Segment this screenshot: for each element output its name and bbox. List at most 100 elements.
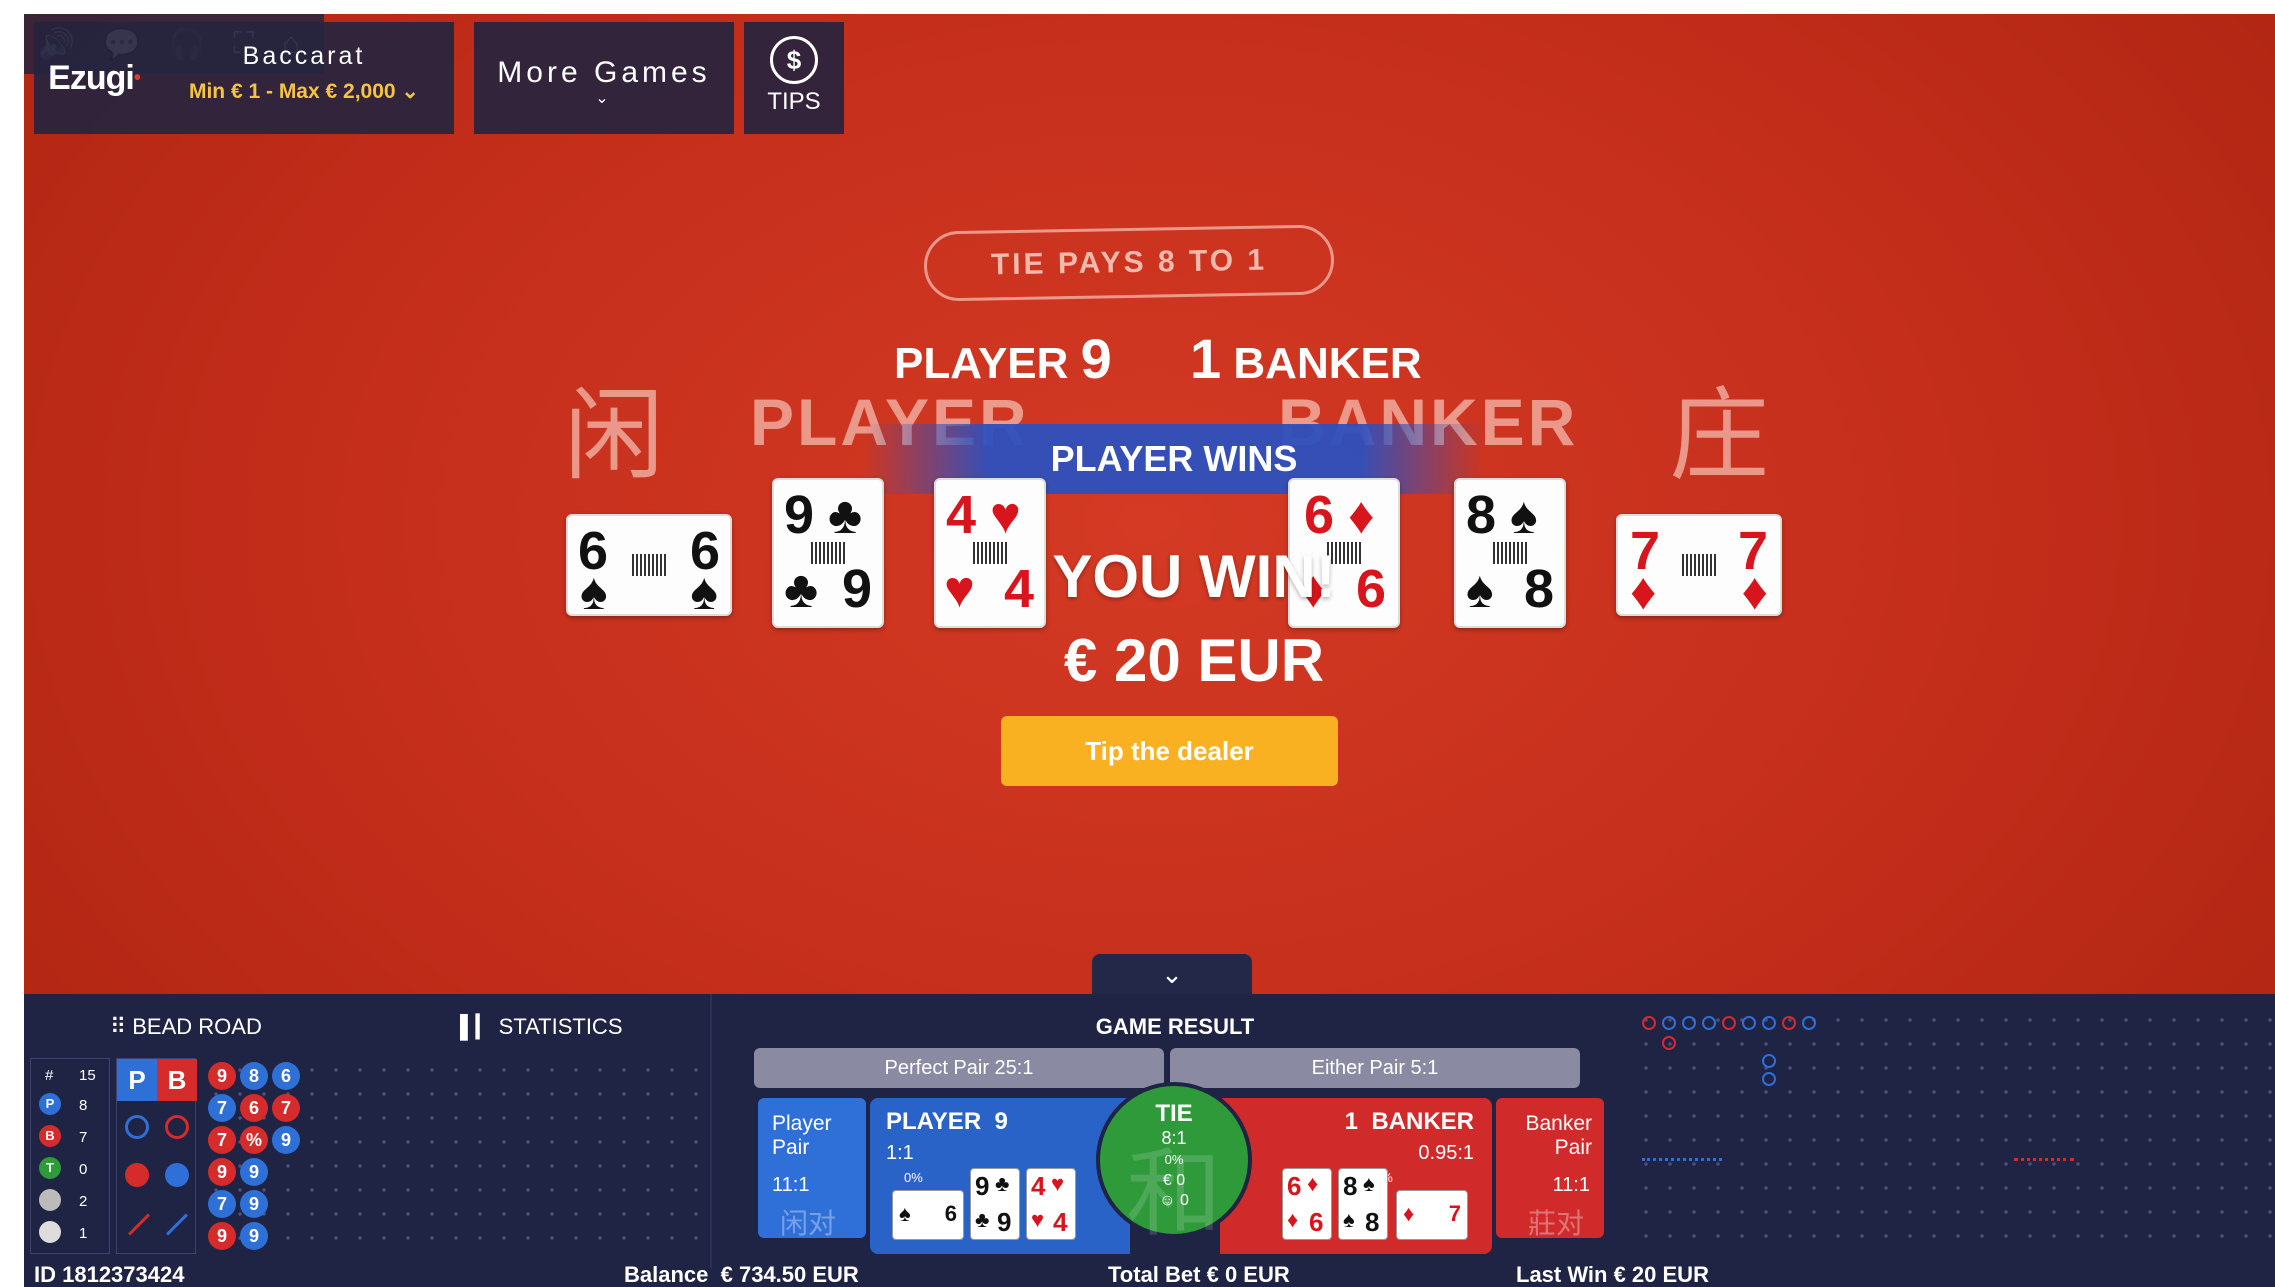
bead-cell: 9 (208, 1222, 236, 1250)
divider (710, 994, 712, 1268)
banker-card-3: 7 ♦ 7 ♦ (1616, 514, 1782, 618)
banker-pair-label: Banker Pair (1525, 1112, 1592, 1159)
more-games-label: More Games (497, 56, 711, 89)
road-mark (1682, 1016, 1696, 1030)
mini-card: ♠ 6 (892, 1190, 964, 1240)
tip-dealer-button[interactable]: Tip the dealer (1001, 716, 1338, 786)
more-games-button[interactable]: More Games ⌄ (474, 22, 734, 134)
banker-chinese-label: 庄 (1669, 377, 1769, 494)
banker-bet-score: 1 (1344, 1108, 1358, 1135)
player-bet-score: 9 (994, 1108, 1008, 1135)
bead-cell: 6 (272, 1062, 300, 1090)
status-bar: ID 1812373424 Balance € 734.50 EUR Total… (24, 1262, 2275, 1287)
road-mark (1802, 1016, 1816, 1030)
ezugi-logo: Ezugi • (34, 22, 154, 134)
table-name: Baccarat (242, 42, 366, 70)
banker-score: 1 BANKER (1190, 326, 1422, 391)
mini-card: ♦ 7 (1396, 1190, 1468, 1240)
player-score-value: 9 (1080, 327, 1112, 390)
player-bet-pct: 0% (904, 1170, 923, 1185)
road-predictor: P B (116, 1058, 197, 1254)
big-road-grid (1634, 1008, 2274, 1254)
perfect-pair-bet[interactable]: Perfect Pair 25:1 (754, 1048, 1164, 1088)
chevron-down-icon: ⌄ (401, 80, 420, 103)
road-mark (1742, 1016, 1756, 1030)
bead-cell: 9 (240, 1158, 268, 1186)
tie-amount: € 0 (1162, 1172, 1186, 1189)
last-win: Last Win € 20 EUR (1516, 1262, 1709, 1287)
chevron-down-icon: ⌄ (595, 90, 613, 107)
player-pair-bet[interactable]: Player Pair 11:1 闲对 (758, 1098, 866, 1239)
bead-cell: 8 (240, 1062, 268, 1090)
player-bet[interactable]: PLAYER 9 1:1 0% ♠ 6 9 ♣ ♣ 9 4 ♥ ♥ 4 (870, 1098, 1130, 1254)
predict-cockroach-player (128, 1213, 150, 1236)
bottom-panel: ⠿ BEAD ROAD ▌▎ STATISTICS #15 P8 B7 T0 2… (24, 994, 2275, 1287)
statistics-tab[interactable]: ▌▎ STATISTICS (460, 1014, 623, 1040)
tie-label: TIE (1155, 1100, 1193, 1127)
bead-cell: 7 (208, 1094, 236, 1122)
player-pair-odds: 11:1 (772, 1174, 810, 1196)
road-mark (1762, 1054, 1776, 1068)
win-amount: € 20 EUR (1063, 627, 1325, 694)
predict-big-eye-banker (165, 1115, 189, 1139)
balance: Balance € 734.50 EUR (624, 1262, 859, 1287)
bead-cell: 9 (240, 1222, 268, 1250)
tie-count: ☺ 0 (1159, 1192, 1189, 1209)
banker-bet[interactable]: 1 BANKER 0.95:1 0% 6♦♦6 8♠♠8 ♦7 (1220, 1098, 1492, 1254)
road-mark (1642, 1158, 1722, 1172)
tie-pct: 0% (1164, 1152, 1184, 1167)
bead-cell: 9 (208, 1158, 236, 1186)
bead-cell: 7 (208, 1126, 236, 1154)
tie-pays-label: TIE PAYS 8 TO 1 (923, 224, 1335, 302)
balance-label: Balance (624, 1262, 709, 1287)
bead-road-icon: ⠿ (110, 1014, 127, 1039)
road-mark (1782, 1016, 1796, 1030)
banker-card-2: 8 ♠ ♠ 8 (1454, 478, 1566, 628)
predict-small-player (125, 1163, 149, 1187)
bead-road-tab[interactable]: ⠿ BEAD ROAD (110, 1014, 262, 1040)
predict-cockroach-banker (166, 1213, 188, 1236)
you-win-text: YOU WIN! (1052, 543, 1336, 610)
player-card-1: 6 ♠ 6 ♠ (566, 514, 732, 618)
predict-small-banker (165, 1163, 189, 1187)
tips-button[interactable]: $ TIPS (744, 22, 844, 134)
road-mark (2014, 1158, 2074, 1172)
mini-card: 9 ♣ ♣ 9 (970, 1168, 1020, 1240)
predict-banker-header: B (157, 1059, 197, 1101)
player-bet-odds: 1:1 (886, 1142, 914, 1164)
banker-bet-label: BANKER (1371, 1108, 1474, 1135)
tie-bet[interactable]: 和 TIE 8:1 0% € 0 ☺ 0 (1096, 1082, 1252, 1248)
user-icon: ☺ (1159, 1192, 1176, 1209)
predict-player-header: P (117, 1059, 157, 1101)
road-mark (1642, 1016, 1656, 1030)
banker-score-label: BANKER (1233, 339, 1422, 388)
either-pair-bet[interactable]: Either Pair 5:1 (1170, 1048, 1580, 1088)
road-mark (1662, 1016, 1676, 1030)
bead-cell: 9 (208, 1062, 236, 1090)
banker-pair-chinese: 莊对 (1527, 1208, 1584, 1239)
road-mark (1662, 1036, 1676, 1050)
player-score-label: PLAYER (894, 339, 1069, 388)
road-mark (1702, 1016, 1716, 1030)
double-chevron-down-icon: ⌄ (1161, 959, 1183, 989)
bead-cell: 6 (240, 1094, 268, 1122)
bead-cell: 9 (272, 1126, 300, 1154)
mini-card: 8 ♠ ♠ 8 (1338, 1168, 1388, 1240)
player-pair-chinese: 闲对 (780, 1208, 837, 1239)
banker-pair-bet[interactable]: Banker Pair 11:1 莊对 (1496, 1098, 1604, 1239)
road-mark (1722, 1016, 1736, 1030)
player-chinese-label: 闲 (564, 377, 664, 494)
collapse-panel-button[interactable]: ⌄ (1092, 954, 1252, 994)
table-selector[interactable]: Baccarat Min € 1 - Max € 2,000 ⌄ (154, 22, 454, 134)
live-video-stage: Ezugi • Baccarat Min € 1 - Max € 2,000 ⌄ … (24, 14, 2275, 1287)
player-card-2: 9 ♣ ♣ 9 (772, 478, 884, 628)
balance-value: € 734.50 EUR (720, 1262, 859, 1287)
banker-pair-odds: 11:1 (1552, 1174, 1590, 1196)
game-result-title: GAME RESULT (1095, 1014, 1255, 1039)
mini-card: 6 ♦ ♦ 6 (1282, 1168, 1332, 1240)
bead-cell: 7 (272, 1094, 300, 1122)
bead-road-grid: 9 7 7 9 7 9 8 6 % 9 9 9 6 7 9 (204, 1058, 704, 1254)
tips-label: TIPS (767, 88, 821, 115)
bead-road-label: BEAD ROAD (132, 1014, 262, 1039)
tie-odds: 8:1 (1161, 1128, 1187, 1148)
